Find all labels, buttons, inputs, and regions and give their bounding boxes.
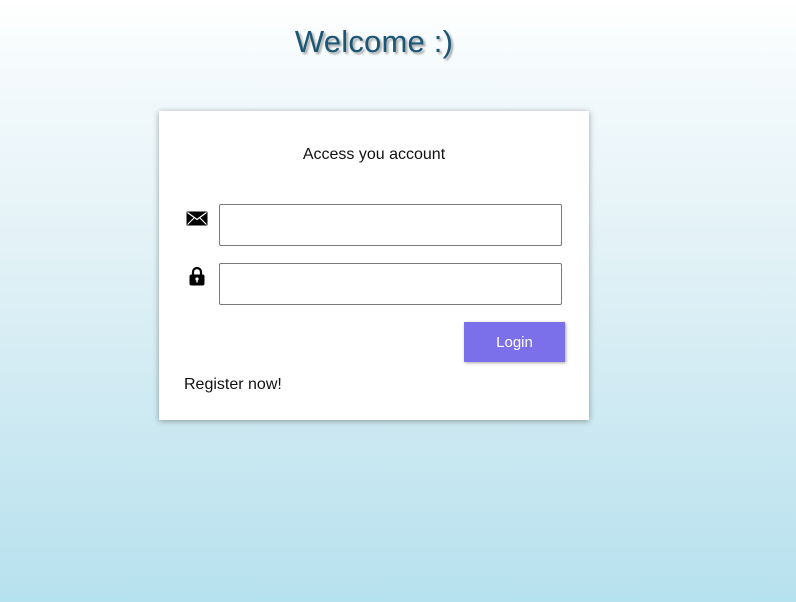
page-title: Welcome :) xyxy=(294,24,454,59)
envelope-icon xyxy=(186,208,208,228)
email-field[interactable] xyxy=(219,204,562,246)
login-card: Access you account Login Register now! xyxy=(159,111,589,420)
login-subtitle: Access you account xyxy=(302,146,446,163)
register-link[interactable]: Register now! xyxy=(184,376,282,394)
password-field[interactable] xyxy=(219,263,562,305)
login-button[interactable]: Login xyxy=(464,322,565,362)
lock-icon xyxy=(186,266,208,286)
